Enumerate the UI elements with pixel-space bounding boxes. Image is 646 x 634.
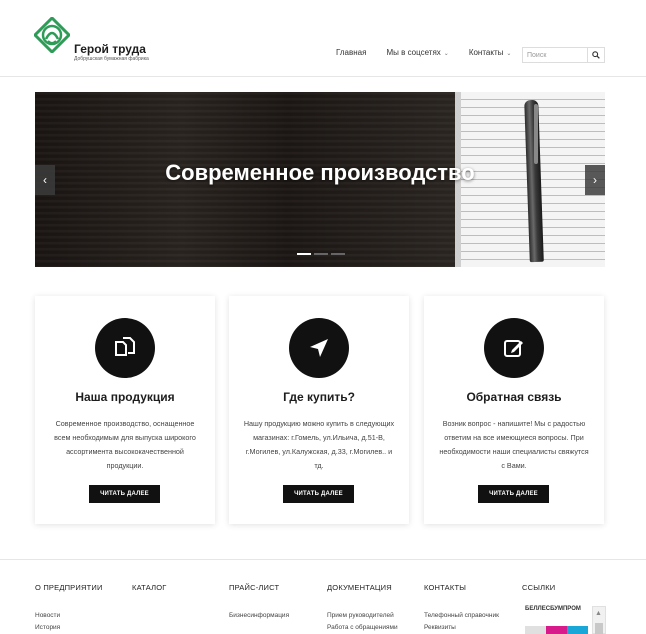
- read-more-button[interactable]: ЧИТАТЬ ДАЛЕЕ: [283, 485, 354, 503]
- edit-icon: [504, 340, 523, 357]
- partner-scrollbar[interactable]: ▲: [592, 606, 606, 634]
- footer-heading[interactable]: О ПРЕДПРИЯТИИ: [35, 583, 103, 592]
- chevron-left-icon: ‹: [43, 173, 47, 187]
- footer-col-catalog: КАТАЛОГ: [132, 583, 167, 592]
- footer-link[interactable]: Прием руководителей: [327, 610, 398, 622]
- search-box: [522, 47, 605, 63]
- logo-title: Герой труда: [74, 42, 146, 56]
- search-button[interactable]: [587, 48, 604, 62]
- chevron-right-icon: ›: [593, 173, 597, 187]
- footer-heading[interactable]: ДОКУМЕНТАЦИЯ: [327, 583, 398, 592]
- footer-link[interactable]: История: [35, 622, 103, 634]
- main-nav: Главная Мы в соцсетях ⌄ Контакты ⌄: [336, 48, 531, 57]
- scroll-up-icon[interactable]: ▲: [595, 610, 602, 617]
- nav-item-contacts[interactable]: Контакты ⌄: [469, 48, 512, 57]
- search-input[interactable]: [523, 48, 587, 62]
- footer-heading[interactable]: КОНТАКТЫ: [424, 583, 499, 592]
- footer-col-pricelist: ПРАЙС-ЛИСТ Бизнесинформация: [229, 583, 289, 622]
- documents-icon: [115, 337, 135, 356]
- partner-logo[interactable]: БЕЛЛЕСБУМПРОМ: [525, 606, 588, 634]
- nav-item-social[interactable]: Мы в соцсетях ⌄: [386, 48, 448, 57]
- card-icon-circle: [484, 318, 544, 378]
- footer-heading[interactable]: ССЫЛКИ: [522, 583, 555, 592]
- slider-dot[interactable]: [331, 253, 345, 255]
- site-header: Герой труда Добрушская бумажная фабрика …: [0, 0, 646, 77]
- slider-dot[interactable]: [297, 253, 311, 255]
- slider-prev-button[interactable]: ‹: [35, 165, 55, 195]
- logo[interactable]: Герой труда Добрушская бумажная фабрика: [34, 17, 154, 62]
- slider-dots: [297, 253, 348, 255]
- footer-col-links: ССЫЛКИ: [522, 583, 555, 592]
- scroll-thumb[interactable]: [595, 623, 603, 634]
- location-arrow-icon: [310, 339, 328, 357]
- chevron-down-icon: ⌄: [506, 51, 512, 57]
- search-icon: [592, 51, 600, 59]
- partner-logo-bar: [525, 626, 588, 634]
- footer-link[interactable]: Работа с обращениями: [327, 622, 398, 634]
- footer-link[interactable]: Реквизиты: [424, 622, 499, 634]
- card-icon-circle: [289, 318, 349, 378]
- card-text: Нашу продукцию можно купить в следующих …: [243, 419, 395, 470]
- slider-dot[interactable]: [314, 253, 328, 255]
- chevron-down-icon: ⌄: [443, 51, 449, 57]
- footer-divider: [0, 559, 646, 560]
- read-more-button[interactable]: ЧИТАТЬ ДАЛЕЕ: [478, 485, 549, 503]
- slide-title: Современное производство: [165, 160, 475, 185]
- card-feedback: Обратная связь Возник вопрос - напишите!…: [424, 296, 604, 524]
- card-text: Возник вопрос - напишите! Мы с радостью …: [439, 419, 589, 470]
- slider-next-button[interactable]: ›: [585, 165, 605, 195]
- card-title: Обратная связь: [466, 390, 562, 404]
- card-title: Наша продукция: [75, 390, 175, 404]
- footer-heading[interactable]: КАТАЛОГ: [132, 583, 167, 592]
- card-where-to-buy: Где купить? Нашу продукцию можно купить …: [229, 296, 409, 524]
- nav-item-home[interactable]: Главная: [336, 48, 366, 57]
- footer-link[interactable]: Бизнесинформация: [229, 610, 289, 622]
- logo-subtitle: Добрушская бумажная фабрика: [74, 56, 149, 62]
- hero-slider: Современное производство ‹ ›: [35, 92, 605, 267]
- footer-heading[interactable]: ПРАЙС-ЛИСТ: [229, 583, 289, 592]
- logo-mark-icon: [34, 17, 70, 53]
- pen-clip: [534, 104, 538, 164]
- footer-col-contacts: КОНТАКТЫ Телефонный справочник Реквизиты: [424, 583, 499, 634]
- footer-col-about: О ПРЕДПРИЯТИИ Новости История: [35, 583, 103, 634]
- partner-logo-text: БЕЛЛЕСБУМПРОМ: [525, 606, 581, 612]
- read-more-button[interactable]: ЧИТАТЬ ДАЛЕЕ: [89, 485, 160, 503]
- footer-link[interactable]: Новости: [35, 610, 103, 622]
- card-title: Где купить?: [283, 390, 355, 404]
- footer-col-documents: ДОКУМЕНТАЦИЯ Прием руководителей Работа …: [327, 583, 398, 634]
- card-text: Современное производство, оснащенное все…: [54, 419, 196, 470]
- card-products: Наша продукция Современное производство,…: [35, 296, 215, 524]
- card-icon-circle: [95, 318, 155, 378]
- footer-link[interactable]: Телефонный справочник: [424, 610, 499, 622]
